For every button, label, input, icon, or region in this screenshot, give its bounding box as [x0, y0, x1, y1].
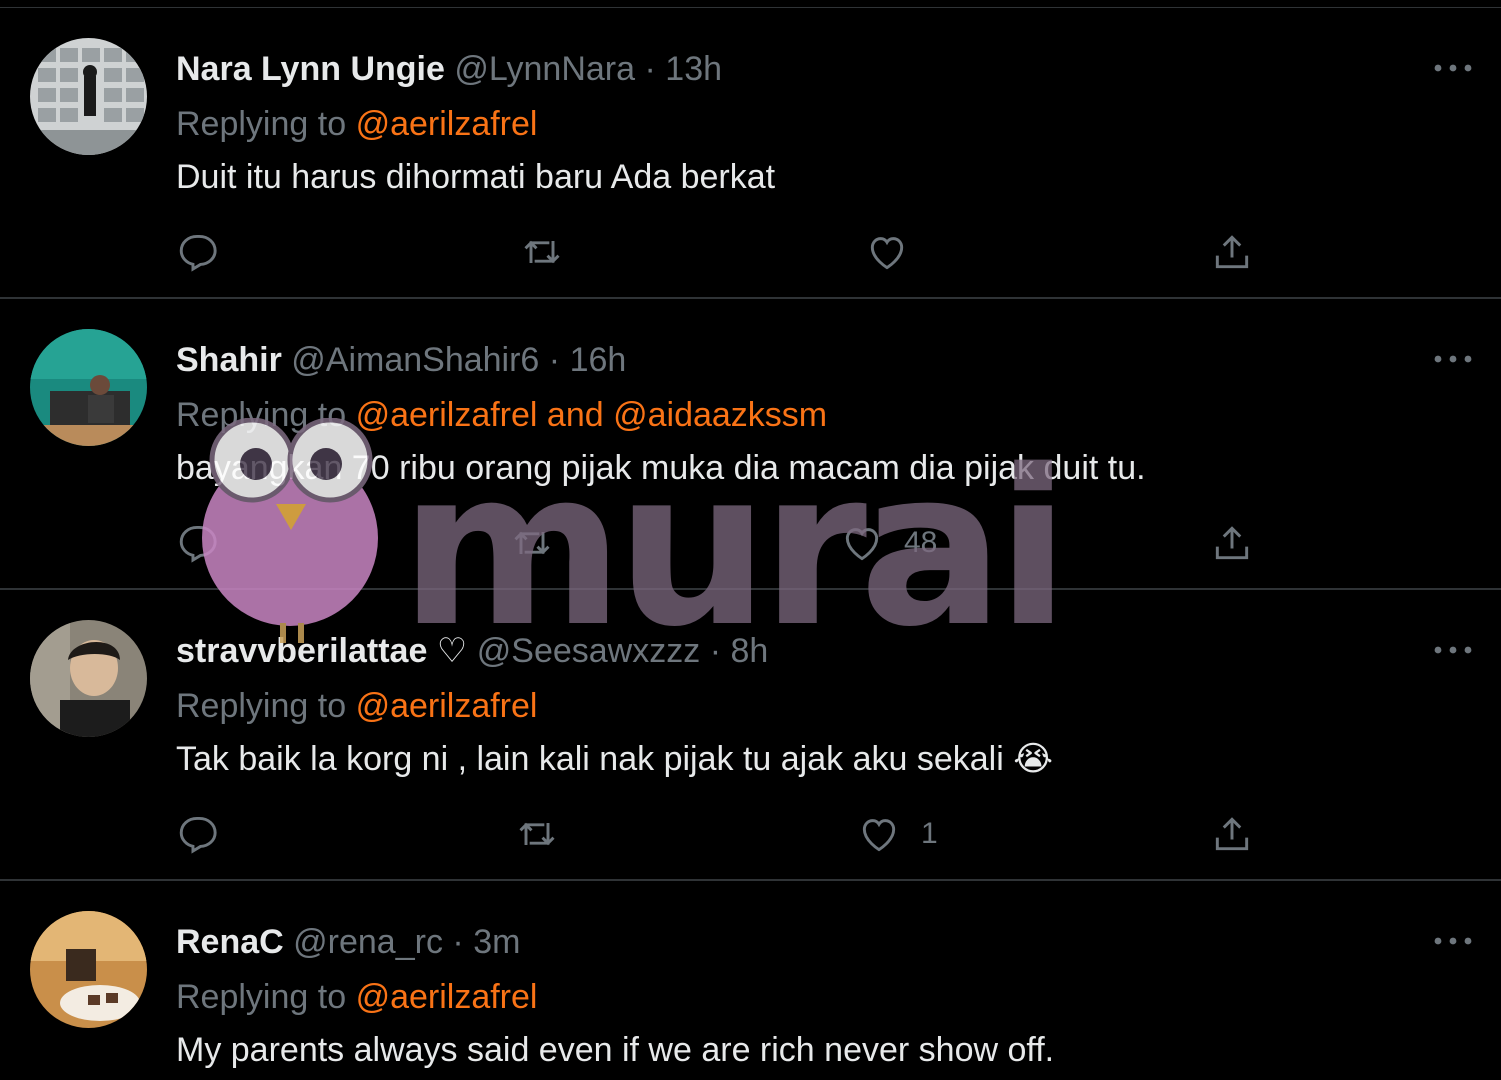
retweet-button[interactable]	[520, 228, 564, 276]
retweet-button[interactable]	[510, 519, 554, 567]
share-icon	[1215, 817, 1249, 851]
separator-dot: ·	[452, 923, 464, 961]
replying-to: Replying to @aerilzafrel	[176, 103, 537, 145]
tweet-header: Shahir @AimanShahir6 · 16h	[176, 339, 626, 381]
like-count: 1	[921, 817, 938, 850]
retweet-icon	[524, 240, 560, 264]
tweet-header: stravvberilattae ♡ @Seesawxzzz · 8h	[176, 630, 768, 672]
reply-icon	[179, 234, 217, 272]
share-button[interactable]	[1210, 519, 1254, 567]
retweet-icon	[519, 822, 555, 846]
tweet-text: bayangkan 70 ribu orang pijak muka dia m…	[176, 449, 1146, 487]
handle[interactable]: @AimanShahir6	[291, 341, 539, 379]
avatar[interactable]	[30, 911, 147, 1028]
replying-to: Replying to @aerilzafrel	[176, 976, 537, 1018]
handle[interactable]: @LynnNara	[454, 50, 635, 88]
share-button[interactable]	[1210, 810, 1254, 858]
tweet[interactable]: Shahir @AimanShahir6 · 16h Replying to @…	[0, 299, 1501, 590]
reply-feed: Nara Lynn Ungie @LynnNara · 13h Replying…	[0, 0, 1501, 1080]
mention-link[interactable]: @aerilzafrel	[356, 978, 538, 1016]
reply-button[interactable]	[175, 810, 219, 858]
reply-icon	[179, 816, 217, 854]
like-button[interactable]	[865, 228, 929, 276]
tweet[interactable]: Nara Lynn Ungie @LynnNara · 13h Replying…	[0, 8, 1501, 299]
display-name[interactable]: RenaC	[176, 923, 284, 961]
tweet-text: Duit itu harus dihormati baru Ada berkat	[176, 158, 776, 196]
more-options-icon[interactable]	[1430, 923, 1476, 959]
share-icon	[1215, 235, 1249, 269]
replying-to: Replying to @aerilzafrel and @aidaazkssm	[176, 394, 827, 436]
display-name[interactable]: stravvberilattae ♡	[176, 632, 467, 670]
timestamp[interactable]: 8h	[730, 632, 768, 670]
replying-to: Replying to @aerilzafrel	[176, 685, 537, 727]
tweet-header: Nara Lynn Ungie @LynnNara · 13h	[176, 48, 722, 90]
share-button[interactable]	[1210, 228, 1254, 276]
replying-to-label: Replying to	[176, 396, 347, 434]
mention-link[interactable]: @aerilzafrel and @aidaazkssm	[356, 396, 828, 434]
timestamp[interactable]: 13h	[665, 50, 722, 88]
display-name[interactable]: Shahir	[176, 341, 282, 379]
timestamp[interactable]: 16h	[570, 341, 627, 379]
mention-link[interactable]: @aerilzafrel	[356, 687, 538, 725]
tweet[interactable]: RenaC @rena_rc · 3m Replying to @aerilza…	[0, 881, 1501, 1080]
replying-to-label: Replying to	[176, 105, 347, 143]
separator-dot: ·	[709, 632, 722, 670]
display-name[interactable]: Nara Lynn Ungie	[176, 50, 445, 88]
handle[interactable]: @Seesawxzzz	[477, 632, 700, 670]
mention-link[interactable]: @aerilzafrel	[356, 105, 538, 143]
action-bar: 48	[0, 519, 1501, 569]
avatar[interactable]	[30, 329, 147, 446]
tweet-header: RenaC @rena_rc · 3m	[176, 921, 520, 963]
more-options-icon[interactable]	[1430, 50, 1476, 86]
retweet-button[interactable]	[515, 810, 559, 858]
reply-button[interactable]	[175, 228, 219, 276]
avatar[interactable]	[30, 620, 147, 737]
reply-icon	[179, 525, 217, 563]
share-icon	[1215, 526, 1249, 560]
tweet-text: Tak baik la korg ni , lain kali nak pija…	[176, 740, 1053, 778]
avatar[interactable]	[30, 38, 147, 155]
action-bar: 1	[0, 810, 1501, 860]
retweet-icon	[514, 531, 550, 555]
replying-to-label: Replying to	[176, 687, 347, 725]
handle[interactable]: @rena_rc	[293, 923, 443, 961]
like-button[interactable]: 48	[840, 519, 937, 567]
tweet[interactable]: stravvberilattae ♡ @Seesawxzzz · 8h Repl…	[0, 590, 1501, 881]
heart-icon	[862, 819, 896, 852]
heart-icon	[845, 528, 879, 561]
timestamp[interactable]: 3m	[473, 923, 520, 961]
separator-dot: ·	[644, 50, 656, 88]
replying-to-label: Replying to	[176, 978, 347, 1016]
tweet-text: My parents always said even if we are ri…	[176, 1031, 1055, 1069]
like-count: 48	[904, 526, 938, 559]
more-options-icon[interactable]	[1430, 632, 1476, 668]
reply-button[interactable]	[175, 519, 219, 567]
action-bar	[0, 228, 1501, 278]
more-options-icon[interactable]	[1430, 341, 1476, 377]
separator-dot: ·	[548, 341, 561, 379]
like-button[interactable]: 1	[857, 810, 938, 858]
heart-icon	[870, 237, 904, 270]
